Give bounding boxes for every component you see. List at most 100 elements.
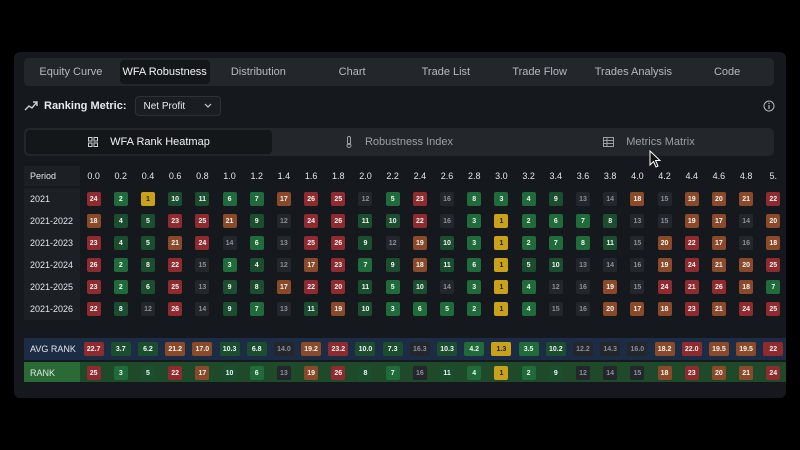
heatmap-cell[interactable]: 14: [189, 302, 216, 316]
heatmap-cell[interactable]: 15: [624, 366, 651, 380]
column-header[interactable]: 3.0: [488, 171, 515, 181]
heatmap-cell[interactable]: 1: [134, 192, 161, 206]
heatmap-cell[interactable]: 14: [597, 366, 624, 380]
heatmap-cell[interactable]: 7: [542, 236, 569, 250]
subtab-robustness-index[interactable]: Robustness Index: [276, 130, 522, 154]
heatmap-cell[interactable]: 5: [134, 236, 161, 250]
column-header[interactable]: 4.2: [651, 171, 678, 181]
heatmap-cell[interactable]: 16: [733, 236, 760, 250]
heatmap-cell[interactable]: 14: [433, 280, 460, 294]
heatmap-cell[interactable]: 24: [678, 258, 705, 272]
heatmap-cell[interactable]: 21.2: [162, 342, 189, 356]
heatmap-cell[interactable]: 9: [216, 280, 243, 294]
column-header[interactable]: 0.0: [80, 171, 107, 181]
heatmap-cell[interactable]: 15: [542, 302, 569, 316]
heatmap-cell[interactable]: 11: [433, 258, 460, 272]
heatmap-cell[interactable]: 14.3: [597, 342, 624, 356]
heatmap-cell[interactable]: 22: [80, 302, 107, 316]
heatmap-cell[interactable]: 16: [569, 302, 596, 316]
heatmap-cell[interactable]: 8: [597, 214, 624, 228]
column-header[interactable]: 4.8: [733, 171, 760, 181]
heatmap-cell[interactable]: 1.3: [488, 342, 515, 356]
heatmap-cell[interactable]: 15: [624, 280, 651, 294]
heatmap-cell[interactable]: 21: [705, 258, 732, 272]
heatmap-cell[interactable]: 17: [624, 302, 651, 316]
tab-trade-flow[interactable]: Trade Flow: [495, 60, 585, 84]
heatmap-cell[interactable]: 21: [216, 214, 243, 228]
heatmap-cell[interactable]: 16: [406, 366, 433, 380]
heatmap-cell[interactable]: 13: [189, 280, 216, 294]
heatmap-cell[interactable]: 14: [597, 258, 624, 272]
heatmap-cell[interactable]: 10.3: [433, 342, 460, 356]
heatmap-cell[interactable]: 12: [542, 280, 569, 294]
heatmap-cell[interactable]: 19: [678, 214, 705, 228]
heatmap-cell[interactable]: 10: [406, 280, 433, 294]
column-header[interactable]: 0.4: [134, 171, 161, 181]
heatmap-cell[interactable]: 17: [189, 366, 216, 380]
heatmap-cell[interactable]: 5: [515, 258, 542, 272]
heatmap-cell[interactable]: 13: [624, 214, 651, 228]
heatmap-cell[interactable]: 19.5: [733, 342, 760, 356]
heatmap-cell[interactable]: 19: [406, 236, 433, 250]
heatmap-cell[interactable]: 4: [107, 214, 134, 228]
tab-wfa-robustness[interactable]: WFA Robustness: [119, 60, 210, 84]
heatmap-cell[interactable]: 12: [134, 302, 161, 316]
heatmap-cell[interactable]: 16: [433, 214, 460, 228]
heatmap-cell[interactable]: 25: [80, 366, 107, 380]
heatmap-cell[interactable]: 4: [107, 236, 134, 250]
heatmap-cell[interactable]: 9: [379, 258, 406, 272]
column-header[interactable]: 2.8: [461, 171, 488, 181]
heatmap-cell[interactable]: 26: [298, 192, 325, 206]
heatmap-cell[interactable]: 20: [760, 214, 786, 228]
heatmap-cell[interactable]: 19: [298, 366, 325, 380]
heatmap-cell[interactable]: 20: [597, 302, 624, 316]
heatmap-cell[interactable]: 16.0: [624, 342, 651, 356]
heatmap-cell[interactable]: 6: [461, 258, 488, 272]
column-header[interactable]: 3.4: [542, 171, 569, 181]
heatmap-cell[interactable]: 18: [651, 302, 678, 316]
heatmap-cell[interactable]: 24: [760, 366, 786, 380]
heatmap-cell[interactable]: 19.2: [298, 342, 325, 356]
heatmap-cell[interactable]: 7: [352, 258, 379, 272]
heatmap-cell[interactable]: 6: [406, 302, 433, 316]
heatmap-cell[interactable]: 19: [651, 258, 678, 272]
heatmap-cell[interactable]: 1: [488, 258, 515, 272]
heatmap-cell[interactable]: 4: [461, 366, 488, 380]
heatmap-cell[interactable]: 2: [107, 280, 134, 294]
heatmap-cell[interactable]: 23: [80, 280, 107, 294]
heatmap-cell[interactable]: 13: [270, 302, 297, 316]
heatmap-cell[interactable]: 17: [298, 258, 325, 272]
heatmap-cell[interactable]: 11: [298, 302, 325, 316]
heatmap-cell[interactable]: 24: [189, 236, 216, 250]
heatmap-cell[interactable]: 8: [352, 366, 379, 380]
column-header[interactable]: 4.0: [624, 171, 651, 181]
column-header[interactable]: 2.0: [352, 171, 379, 181]
heatmap-cell[interactable]: 15: [651, 214, 678, 228]
heatmap-cell[interactable]: 18: [651, 366, 678, 380]
heatmap-cell[interactable]: 11: [433, 366, 460, 380]
heatmap-cell[interactable]: 17: [270, 192, 297, 206]
heatmap-cell[interactable]: 8: [569, 236, 596, 250]
heatmap-cell[interactable]: 3: [461, 280, 488, 294]
heatmap-cell[interactable]: 16: [569, 280, 596, 294]
heatmap-cell[interactable]: 24: [733, 302, 760, 316]
heatmap-cell[interactable]: 4: [515, 280, 542, 294]
heatmap-cell[interactable]: 18: [760, 236, 786, 250]
heatmap-cell[interactable]: 13: [270, 236, 297, 250]
heatmap-cell[interactable]: 21: [733, 366, 760, 380]
heatmap-cell[interactable]: 11: [189, 192, 216, 206]
heatmap-cell[interactable]: 14: [733, 214, 760, 228]
heatmap-cell[interactable]: 10: [162, 192, 189, 206]
heatmap-cell[interactable]: 17.0: [189, 342, 216, 356]
heatmap-cell[interactable]: 6: [542, 214, 569, 228]
heatmap-cell[interactable]: 3: [379, 302, 406, 316]
heatmap-cell[interactable]: 19: [325, 302, 352, 316]
column-header[interactable]: 1.0: [216, 171, 243, 181]
heatmap-cell[interactable]: 18: [406, 258, 433, 272]
heatmap-cell[interactable]: 17: [270, 280, 297, 294]
heatmap-cell[interactable]: 23: [162, 214, 189, 228]
heatmap-cell[interactable]: 10.2: [542, 342, 569, 356]
heatmap-cell[interactable]: 19: [597, 280, 624, 294]
heatmap-cell[interactable]: 10.3: [216, 342, 243, 356]
column-header[interactable]: 3.2: [515, 171, 542, 181]
